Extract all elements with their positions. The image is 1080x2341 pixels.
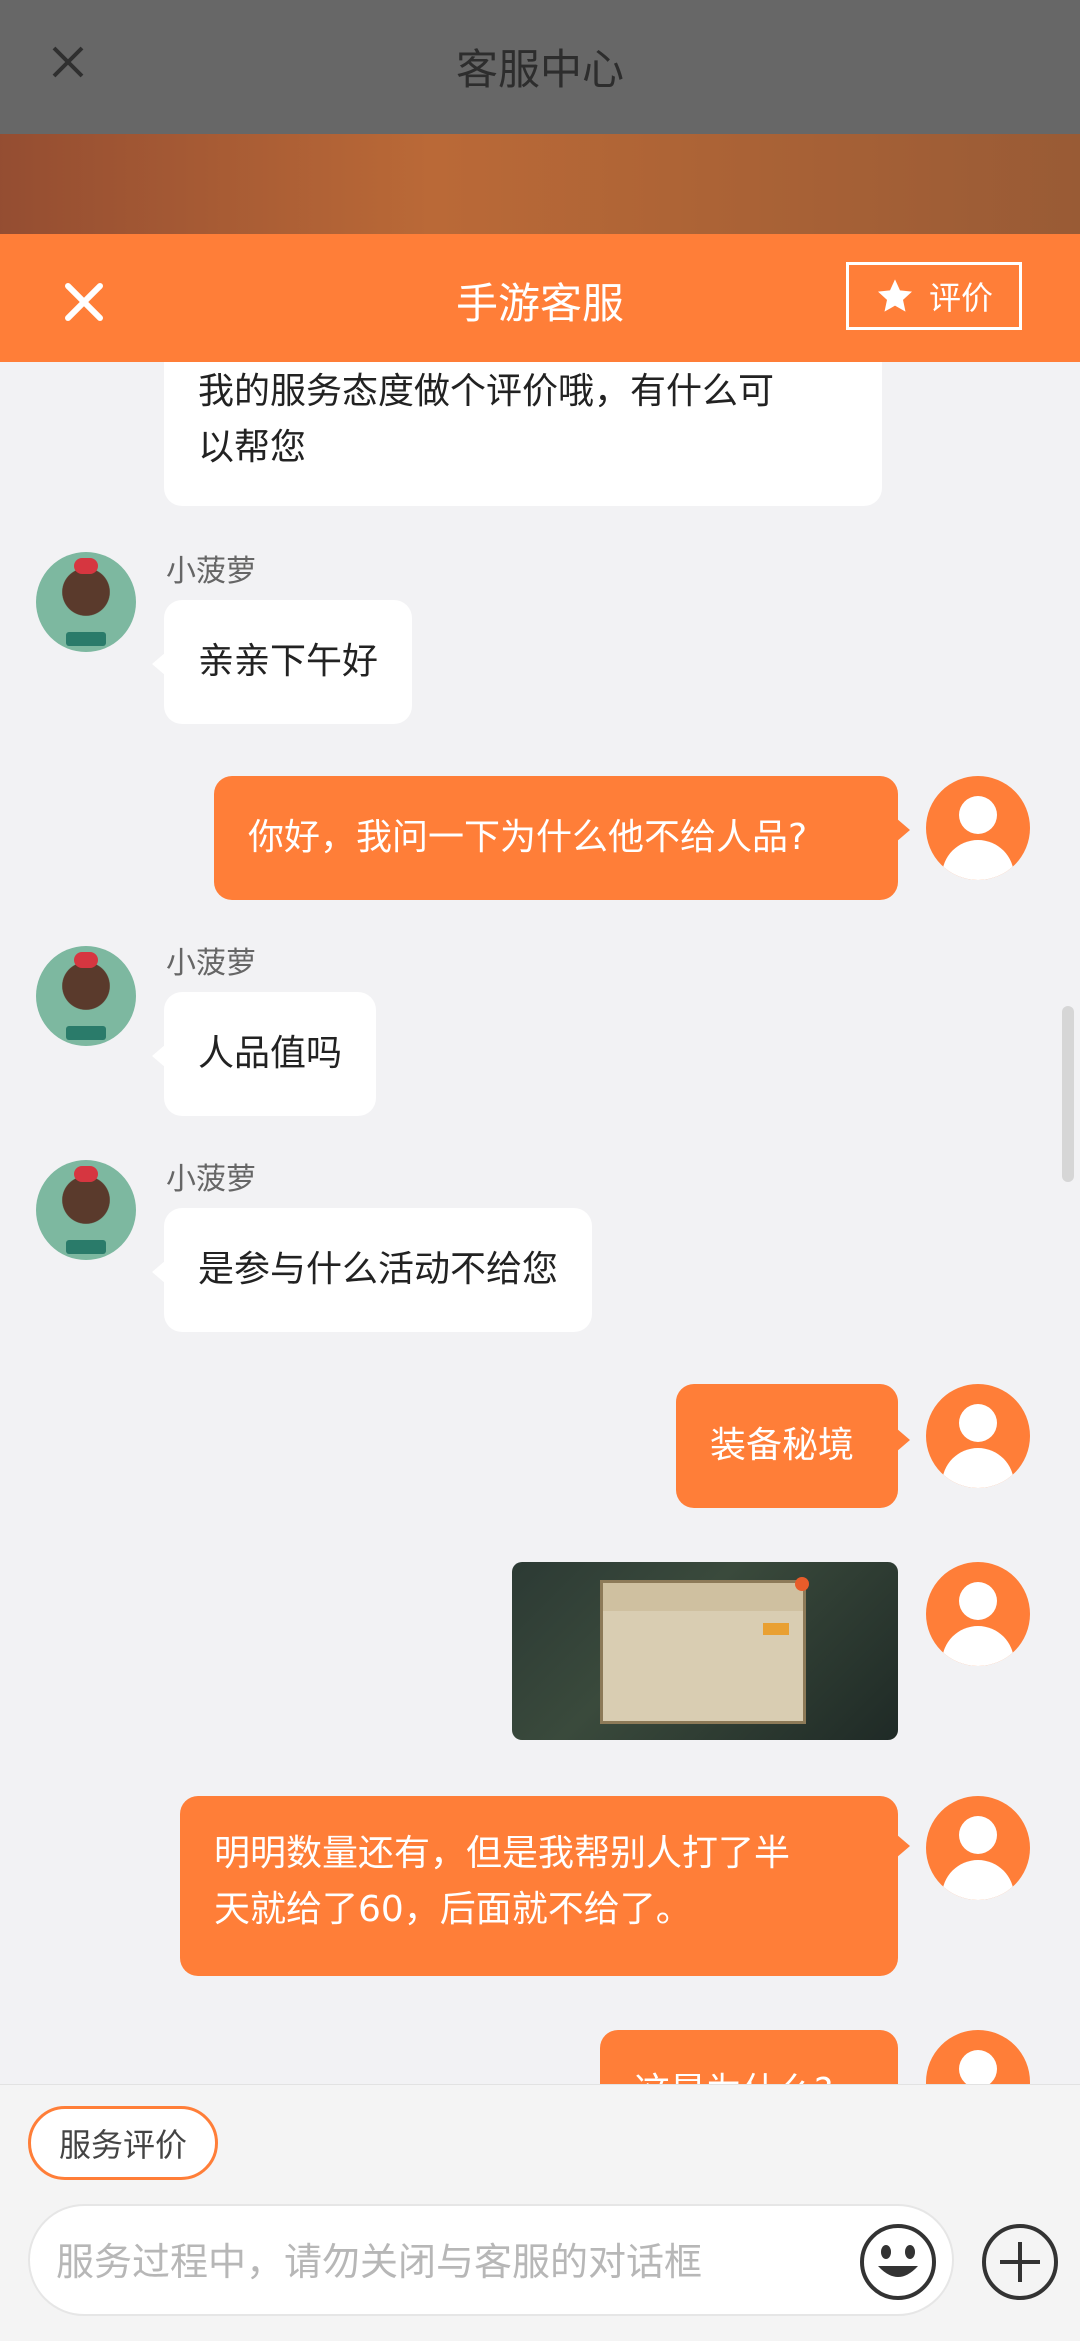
star-icon: [877, 279, 912, 312]
agent-message-bubble: 人品值吗: [164, 992, 377, 1116]
user-avatar-icon[interactable]: [926, 1562, 1030, 1666]
message-input-container: [28, 2204, 954, 2316]
user-avatar-icon[interactable]: [926, 776, 1030, 880]
user-avatar-icon[interactable]: [926, 1384, 1030, 1488]
agent-avatar[interactable]: [36, 1160, 136, 1260]
message-text: 亲亲下午好: [198, 641, 379, 682]
user-message-bubble: 你好，我问一下为什么他不给人品?: [214, 776, 898, 900]
agent-message-bubble: 我的服务态度做个评价哦，有什么可 以帮您: [164, 362, 882, 506]
message-text-line: 我的服务态度做个评价哦，有什么可: [198, 371, 775, 412]
chat-scrollbar[interactable]: [1062, 1006, 1074, 1182]
message-text: 你好，我问一下为什么他不给人品?: [248, 817, 808, 858]
message-input[interactable]: [54, 2232, 858, 2292]
user-image-message[interactable]: [512, 1562, 898, 1740]
message-text-line: 明明数量还有，但是我帮别人打了半: [214, 1833, 791, 1874]
message-text: 装备秘境: [710, 1425, 855, 1466]
screenshot-dialog: [600, 1577, 809, 1724]
agent-message-bubble: 是参与什么活动不给您: [164, 1208, 593, 1332]
plus-icon[interactable]: [980, 2222, 1060, 2302]
rate-button-label: 评价: [928, 279, 993, 317]
agent-message-bubble: 亲亲下午好: [164, 600, 413, 724]
message-text: 这是为什么?: [634, 2071, 833, 2084]
emoji-icon[interactable]: [858, 2222, 938, 2302]
chat-messages[interactable]: 我的服务态度做个评价哦，有什么可 以帮您 小菠萝 亲亲下午好 你好，我问一下为什…: [0, 362, 1080, 2084]
rate-button[interactable]: 评价: [846, 262, 1022, 330]
user-message-bubble: 明明数量还有，但是我帮别人打了半 天就给了60，后面就不给了。: [180, 1796, 898, 1976]
background-app-title: 客服中心: [455, 45, 624, 94]
background-app-header: 客服中心: [0, 0, 1080, 134]
background-banner: [0, 134, 1080, 234]
message-text-line: 天就给了60，后面就不给了。: [214, 1889, 692, 1930]
user-message-bubble: 装备秘境: [676, 1384, 898, 1508]
message-text: 是参与什么活动不给您: [198, 1249, 559, 1290]
agent-avatar[interactable]: [36, 946, 136, 1046]
user-avatar-icon[interactable]: [926, 2030, 1030, 2084]
service-rate-button[interactable]: 服务评价: [28, 2106, 218, 2180]
agent-avatar[interactable]: [36, 552, 136, 652]
user-avatar-icon[interactable]: [926, 1796, 1030, 1900]
agent-name: 小菠萝: [166, 946, 256, 981]
user-message-bubble: 这是为什么?: [600, 2030, 898, 2084]
agent-name: 小菠萝: [166, 1162, 256, 1197]
agent-name: 小菠萝: [166, 554, 256, 589]
message-text: 人品值吗: [198, 1033, 343, 1074]
message-text-line: 以帮您: [198, 427, 307, 468]
